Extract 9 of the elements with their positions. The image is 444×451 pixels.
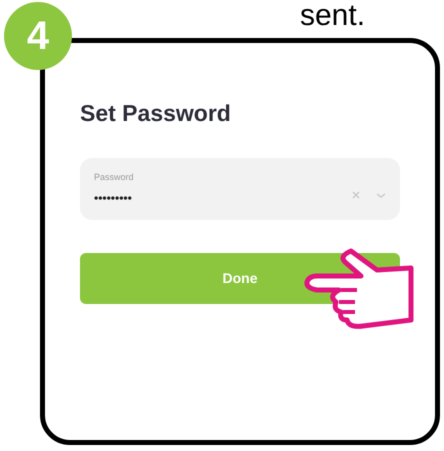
pointing-hand-icon (303, 248, 415, 330)
clear-icon[interactable] (352, 191, 360, 199)
field-label: Password (94, 171, 134, 183)
step-badge: 4 (4, 2, 72, 70)
screen-title: Set Password (80, 99, 232, 128)
field-value: ••••••••• (94, 190, 132, 207)
chevron-icon[interactable] (376, 192, 386, 198)
caption: sent. (300, 0, 366, 32)
password-field[interactable]: Password ••••••••• (80, 158, 400, 220)
